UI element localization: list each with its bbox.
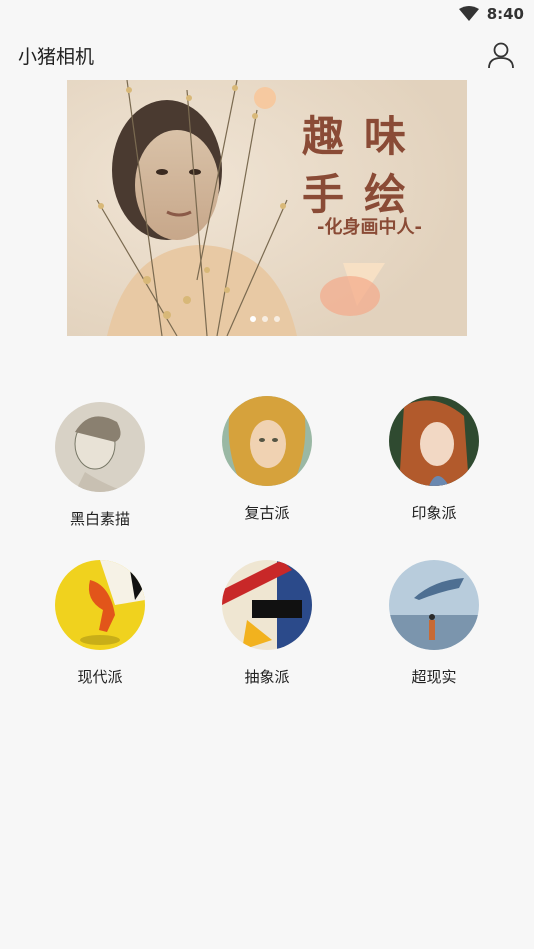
- user-profile-icon[interactable]: [486, 40, 516, 70]
- carousel-indicator: [250, 316, 280, 322]
- style-item-surreal[interactable]: 超现实: [345, 560, 523, 700]
- renaissance-thumbnail-icon: [222, 396, 312, 486]
- style-item-impressionism[interactable]: 印象派: [345, 396, 523, 536]
- carousel-dot-active: [250, 316, 256, 322]
- style-label: 现代派: [77, 668, 123, 686]
- style-item-abstract[interactable]: 抽象派: [178, 560, 356, 700]
- carousel-dot: [262, 316, 268, 322]
- banner-carousel[interactable]: 趣味手绘 -化身画中人-: [67, 80, 467, 336]
- page-title: 小猪相机: [18, 45, 95, 68]
- wifi-icon: [458, 6, 479, 21]
- style-label: 超现实: [411, 668, 457, 686]
- sketch-thumbnail-icon: [55, 402, 145, 492]
- style-label: 黑白素描: [69, 510, 130, 528]
- style-item-retro[interactable]: 复古派: [178, 396, 356, 536]
- banner-subtitle: -化身画中人-: [317, 217, 422, 238]
- banner-title: 趣味手绘: [302, 112, 427, 219]
- status-time: 8:40: [486, 5, 524, 23]
- style-label: 复古派: [244, 504, 290, 522]
- app-bar: 小猪相机: [0, 28, 534, 82]
- modern-thumbnail-icon: [55, 560, 145, 650]
- style-label: 抽象派: [244, 668, 290, 686]
- carousel-dot: [274, 316, 280, 322]
- impressionist-thumbnail-icon: [389, 396, 479, 486]
- style-item-modern[interactable]: 现代派: [11, 560, 189, 700]
- abstract-thumbnail-icon: [222, 560, 312, 650]
- surreal-thumbnail-icon: [389, 560, 479, 650]
- style-item-sketch[interactable]: 黑白素描: [11, 402, 189, 542]
- status-bar: 8:40: [0, 0, 534, 28]
- style-label: 印象派: [411, 504, 457, 522]
